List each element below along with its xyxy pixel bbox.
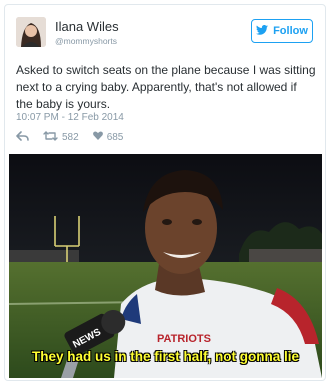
tweet-actions: 582 685 <box>16 129 137 145</box>
tweet-text: Asked to switch seats on the plane becau… <box>16 63 316 111</box>
follow-button[interactable]: Follow <box>251 19 313 43</box>
media-photo: PATRIOTS NEWS <box>9 154 322 378</box>
retweet-icon <box>43 130 58 144</box>
reply-button[interactable] <box>16 130 29 144</box>
follow-label: Follow <box>273 25 308 37</box>
user-names: Ilana Wiles @mommyshorts <box>55 19 119 47</box>
like-count: 685 <box>106 131 124 143</box>
tweet-timestamp[interactable]: 10:07 PM - 12 Feb 2014 <box>16 112 124 123</box>
retweet-count: 582 <box>62 131 79 143</box>
tweet-header: Ilana Wiles @mommyshorts Follow <box>16 17 315 53</box>
bird-icon <box>256 24 269 38</box>
tweet-media[interactable]: PATRIOTS NEWS They had us in the first h… <box>9 154 322 378</box>
avatar[interactable] <box>16 17 46 47</box>
tweet-card: Ilana Wiles @mommyshorts Follow Asked to… <box>4 4 326 381</box>
user-fullname[interactable]: Ilana Wiles <box>55 19 119 35</box>
retweet-button[interactable]: 582 <box>43 130 79 144</box>
jersey-text: PATRIOTS <box>157 333 211 345</box>
user-handle[interactable]: @mommyshorts <box>55 35 119 47</box>
video-subtitle: They had us in the first half, not gonna… <box>31 349 299 364</box>
heart-icon <box>92 131 103 143</box>
reply-icon <box>16 130 29 144</box>
like-button[interactable]: 685 <box>92 131 124 143</box>
